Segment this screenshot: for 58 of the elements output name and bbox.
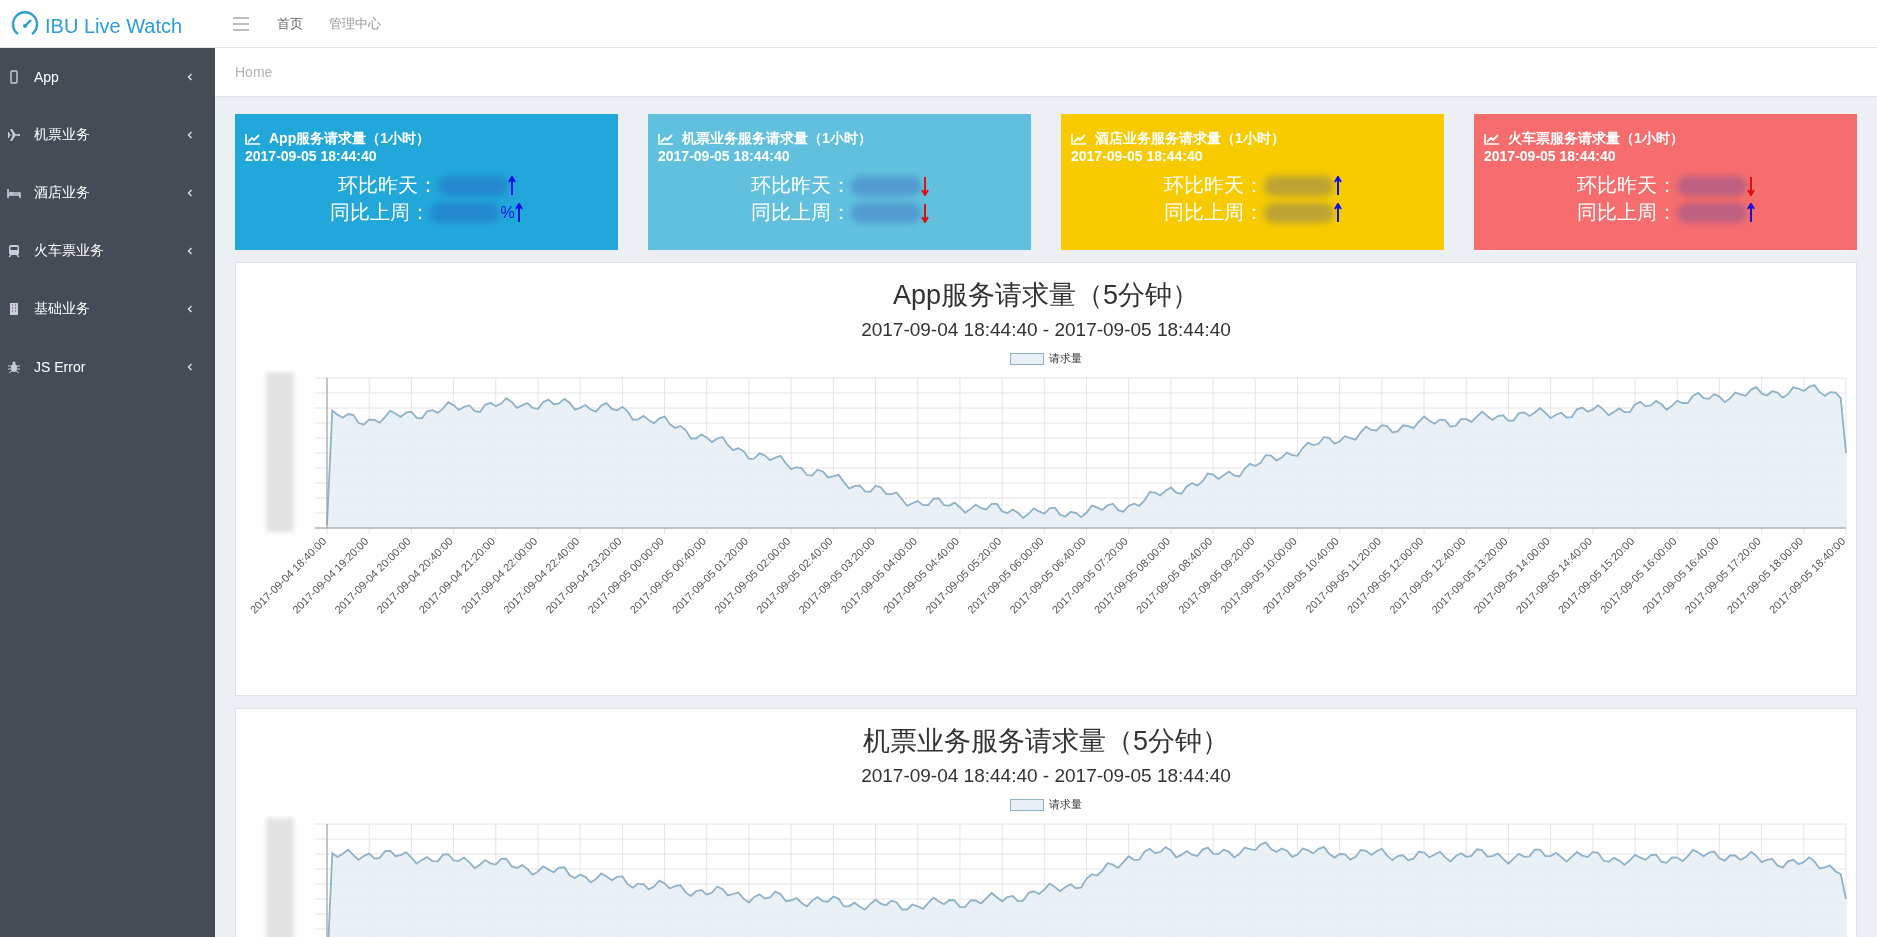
train-icon — [7, 244, 21, 258]
redaction-mask — [850, 175, 921, 196]
card-title: 机票业务服务请求量（1小时） — [682, 130, 872, 148]
stat-label: 同比上周： — [750, 200, 851, 225]
chart-title: App服务请求量（5分钟） — [891, 279, 1201, 312]
redaction-mask — [1263, 202, 1334, 223]
card-timestamp: 2017-09-05 18:44:40 — [658, 148, 791, 164]
redaction-mask — [850, 202, 921, 223]
sidebar-item[interactable]: 机票业务 — [0, 106, 215, 164]
stat-label: 环比昨天： — [750, 173, 851, 198]
line-chart-icon — [1484, 133, 1500, 145]
stat-label: 同比上周： — [1163, 200, 1264, 225]
chevron-left-icon — [187, 73, 193, 81]
sidebar-item[interactable]: JS Error — [0, 338, 215, 396]
chevron-left-icon — [187, 247, 193, 255]
chart-subtitle: 2017-09-04 18:44:40 - 2017-09-05 18:44:40 — [860, 319, 1232, 341]
redaction-mask — [1676, 175, 1747, 196]
card-title: 酒店业务服务请求量（1小时） — [1095, 130, 1285, 148]
bug-icon — [7, 360, 21, 374]
redaction-mask — [1263, 175, 1334, 196]
nav-link[interactable]: 首页 — [277, 14, 303, 33]
sidebar-item[interactable]: 火车票业务 — [0, 222, 215, 280]
sidebar-item[interactable]: 基础业务 — [0, 280, 215, 338]
card-title: 火车票服务请求量（1小时） — [1508, 130, 1684, 148]
menu-icon[interactable] — [233, 16, 249, 31]
stat-label: 同比上周： — [1576, 200, 1677, 225]
card-title: App服务请求量（1小时） — [269, 130, 430, 148]
line-chart-icon — [1071, 133, 1087, 145]
card-timestamp: 2017-09-05 18:44:40 — [245, 148, 378, 164]
sidebar-item[interactable]: App — [0, 48, 215, 106]
chart-title: 机票业务服务请求量（5分钟） — [862, 725, 1230, 758]
line-chart-icon — [658, 133, 674, 145]
bed-icon — [7, 186, 21, 200]
stat-label: 环比昨天： — [1163, 173, 1264, 198]
stat-label: 同比上周： — [330, 200, 431, 225]
stat-label: 环比昨天： — [1576, 173, 1677, 198]
legend-swatch — [1010, 352, 1044, 365]
legend-swatch — [1010, 798, 1044, 811]
stat-label: 环比昨天： — [337, 173, 438, 198]
redaction-mask — [430, 202, 501, 223]
chart-subtitle: 2017-09-04 18:44:40 - 2017-09-05 18:44:40 — [860, 765, 1232, 787]
card-timestamp: 2017-09-05 18:44:40 — [1484, 148, 1617, 164]
legend-label[interactable]: 请求量 — [1049, 351, 1082, 366]
app-logo-text: IBU Live Watch — [45, 14, 183, 38]
percent-sign: % — [500, 203, 515, 222]
redaction-mask — [437, 175, 508, 196]
line-chart-icon — [245, 133, 261, 145]
redaction-mask — [1676, 202, 1747, 223]
building-icon — [7, 302, 21, 316]
legend-label[interactable]: 请求量 — [1049, 797, 1082, 812]
card-timestamp: 2017-09-05 18:44:40 — [1071, 148, 1204, 164]
plane-icon — [7, 128, 21, 142]
sidebar-item[interactable]: 酒店业务 — [0, 164, 215, 222]
chevron-left-icon — [187, 363, 193, 371]
chevron-left-icon — [187, 131, 193, 139]
phone-icon — [7, 70, 21, 84]
chevron-left-icon — [187, 189, 193, 197]
chevron-left-icon — [187, 305, 193, 313]
